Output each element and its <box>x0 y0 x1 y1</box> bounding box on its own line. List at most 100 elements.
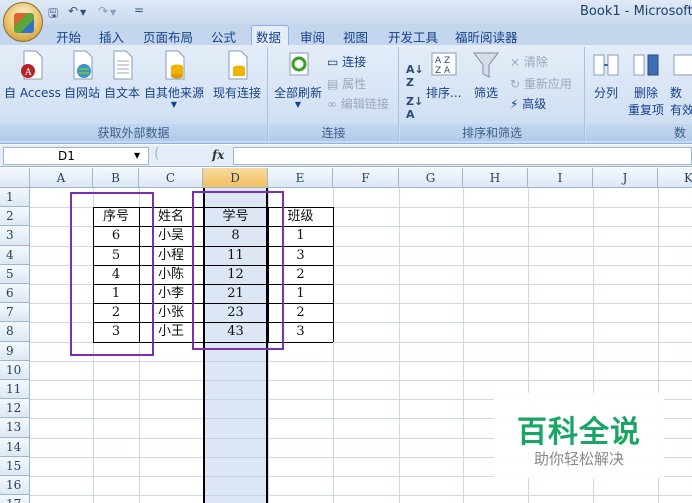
tab-foxit-reader[interactable]: 福昕阅读器 <box>455 27 518 46</box>
column-header-c[interactable]: C <box>139 168 203 188</box>
column-header-d[interactable]: D <box>203 168 268 188</box>
properties-label: 属性 <box>342 77 367 91</box>
remove-duplicates-label-2: 重复项 <box>628 103 665 117</box>
text-to-columns-icon <box>593 54 619 76</box>
refresh-icon <box>289 52 309 76</box>
existing-connections-label: 现有连接 <box>213 86 262 100</box>
group-get-external-data: A 自 Access 自网站 自文本 自其他来源 ▼ 现有连接 获取外部数据 <box>0 47 268 141</box>
redo-dropdown-icon[interactable]: ▼ <box>110 8 116 17</box>
row-header-11[interactable]: 11 <box>0 380 30 400</box>
watermark-title: 百科全说 <box>517 415 641 450</box>
tab-formulas[interactable]: 公式 <box>211 27 236 46</box>
from-access-button[interactable]: A 自 Access <box>4 49 61 101</box>
row-header-15[interactable]: 15 <box>0 456 30 476</box>
undo-icon[interactable]: ↶ <box>68 4 78 18</box>
properties-button[interactable]: ▤ 属性 <box>327 75 366 92</box>
sort-descending-icon[interactable]: Z↓ A <box>406 95 423 121</box>
row-header-6[interactable]: 6 <box>0 284 30 304</box>
row-header-14[interactable]: 14 <box>0 437 30 457</box>
svg-text:A Z: A Z <box>435 56 450 66</box>
group-connections: 全部刷新 ▼ ▭ 连接 ▤ 属性 ∞ 编辑链接 连接 <box>269 47 399 141</box>
tab-review[interactable]: 审阅 <box>300 27 325 46</box>
from-other-sources-label: 自其他来源 <box>144 86 205 100</box>
tab-page-layout[interactable]: 页面布局 <box>143 27 193 46</box>
office-logo-icon <box>14 13 34 33</box>
tab-data[interactable]: 数据 <box>256 27 281 46</box>
column-header-e[interactable]: E <box>268 168 333 188</box>
tab-view[interactable]: 视图 <box>343 27 368 46</box>
column-header-f[interactable]: F <box>333 168 399 188</box>
office-button[interactable] <box>3 2 43 42</box>
group-label-sort-filter: 排序和筛选 <box>400 124 584 141</box>
row-header-12[interactable]: 12 <box>0 399 30 419</box>
svg-text:A: A <box>24 68 32 78</box>
select-all-corner[interactable] <box>0 168 30 188</box>
edit-links-label: 编辑链接 <box>340 97 389 111</box>
column-header-i[interactable]: I <box>528 168 593 188</box>
redo-icon[interactable]: ↷ <box>98 4 108 18</box>
row-header-13[interactable]: 13 <box>0 418 30 438</box>
column-header-a[interactable]: A <box>30 168 93 188</box>
connections-button[interactable]: ▭ 连接 <box>327 53 366 70</box>
advanced-button[interactable]: ⚡ 高级 <box>510 95 546 112</box>
row-header-7[interactable]: 7 <box>0 303 30 323</box>
name-box[interactable]: D1 <box>3 147 149 165</box>
row-header-1[interactable]: 1 <box>0 188 30 208</box>
clear-button[interactable]: ⨯ 清除 <box>510 53 548 70</box>
filter-button[interactable]: 筛选 <box>472 49 500 101</box>
customize-quick-access-icon[interactable]: = <box>134 3 144 17</box>
text-to-columns-label: 分列 <box>593 86 618 100</box>
svg-text:Z A: Z A <box>435 66 451 76</box>
tab-developer[interactable]: 开发工具 <box>388 27 438 46</box>
remove-duplicates-button[interactable]: 删除 重复项 <box>628 49 664 118</box>
watermark: 百科全说 助你轻松解决 <box>494 393 664 478</box>
undo-dropdown-icon[interactable]: ▼ <box>80 8 86 17</box>
reapply-button[interactable]: ↻ 重新应用 <box>510 75 572 92</box>
row-header-9[interactable]: 9 <box>0 341 30 361</box>
row-header-10[interactable]: 10 <box>0 360 30 380</box>
clear-filter-icon: ⨯ <box>510 55 521 69</box>
row-header-5[interactable]: 5 <box>0 264 30 284</box>
row-header-4[interactable]: 4 <box>0 245 30 265</box>
row-header-16[interactable]: 16 <box>0 476 30 496</box>
from-other-sources-button[interactable]: 自其他来源 ▼ <box>144 49 204 109</box>
column-header-k[interactable]: K <box>658 168 692 188</box>
refresh-all-label: 全部刷新 <box>274 86 323 100</box>
remove-duplicates-icon <box>633 54 659 76</box>
data-validation-icon <box>673 54 692 76</box>
save-icon[interactable]: 🖫 <box>48 4 58 25</box>
row-header-17[interactable]: 17 <box>0 495 30 503</box>
row-header-3[interactable]: 3 <box>0 226 30 246</box>
refresh-all-button[interactable]: 全部刷新 ▼ <box>274 49 322 109</box>
insert-function-icon[interactable]: fx <box>212 148 224 162</box>
group-label-connections: 连接 <box>269 124 398 141</box>
row-header-8[interactable]: 8 <box>0 322 30 342</box>
tab-insert[interactable]: 插入 <box>99 27 124 46</box>
column-header-j[interactable]: J <box>593 168 658 188</box>
row-header-2[interactable]: 2 <box>0 207 30 227</box>
existing-connections-button[interactable]: 现有连接 <box>213 49 261 101</box>
data-validation-button[interactable]: 数 有效 <box>670 49 692 118</box>
group-data-tools: 分列 删除 重复项 数 有效 数 <box>586 47 692 141</box>
column-header-b[interactable]: B <box>93 168 139 188</box>
text-to-columns-button[interactable]: 分列 <box>592 49 620 101</box>
formula-input[interactable] <box>233 147 692 165</box>
gridline-v <box>399 188 400 503</box>
window-title: Book1 - Microsoft I <box>580 4 692 19</box>
column-header-h[interactable]: H <box>463 168 528 188</box>
sort-ascending-icon[interactable]: A↓ Z <box>406 63 424 89</box>
clear-label: 清除 <box>523 55 548 69</box>
sort-dialog-icon: A ZZ A <box>431 52 457 76</box>
formula-bar-splitter-icon[interactable]: ( <box>154 146 159 162</box>
from-web-button[interactable]: 自网站 <box>64 49 100 101</box>
chevron-down-icon[interactable]: ▼ <box>134 151 140 160</box>
from-text-button[interactable]: 自文本 <box>104 49 140 101</box>
filter-funnel-icon <box>473 52 499 78</box>
title-bar: 🖫 ↶ ▼ ↷ ▼ = Book1 - Microsoft I <box>0 0 692 24</box>
group-sort-filter: A↓ Z Z↓ A A ZZ A 排序... 筛选 ⨯ 清除 ↻ 重新应用 ⚡ 高级… <box>400 47 585 141</box>
tab-home[interactable]: 开始 <box>56 27 81 46</box>
edit-links-button[interactable]: ∞ 编辑链接 <box>327 95 389 112</box>
sort-button[interactable]: A ZZ A 排序... <box>426 49 461 101</box>
gridline-h <box>30 495 692 497</box>
column-header-g[interactable]: G <box>399 168 463 188</box>
